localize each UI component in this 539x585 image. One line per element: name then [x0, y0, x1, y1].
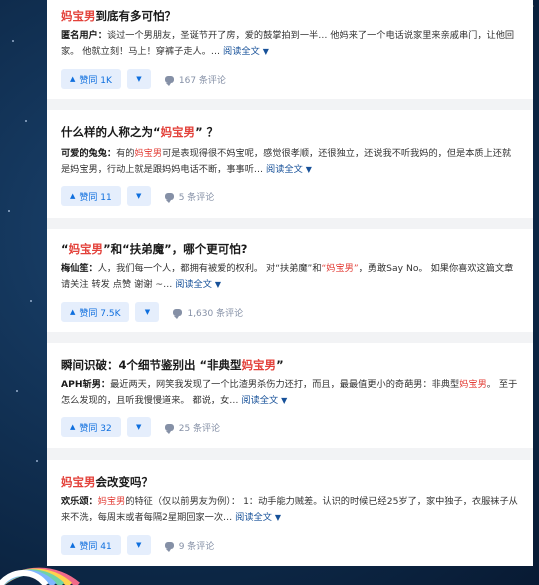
- excerpt-keyword: 妈宝男: [459, 379, 487, 390]
- excerpt-keyword: 妈宝男: [134, 148, 163, 159]
- title-keyword: 妈宝男: [61, 475, 96, 489]
- author-name[interactable]: 欢乐颂：: [61, 496, 98, 507]
- title-keyword: 妈宝男: [68, 242, 104, 256]
- chevron-down-icon: ▼: [305, 165, 312, 174]
- feed-card: “妈宝男”和“扶弟魔”，哪个更可怕? 梅仙笙：人，我们每一个人，都拥有被爱的权利…: [47, 229, 533, 332]
- upvote-button[interactable]: ▲ 赞同 11: [61, 186, 121, 206]
- read-more-link[interactable]: 阅读全文 ▼: [175, 279, 221, 290]
- triangle-up-icon: ▲: [70, 192, 76, 200]
- excerpt-keyword: “妈宝男”: [321, 263, 359, 274]
- rainbow-decoration: [0, 567, 80, 585]
- chevron-down-icon: ▼: [214, 280, 222, 289]
- chevron-down-icon: ▼: [262, 47, 269, 56]
- answer-excerpt[interactable]: 可爱的兔兔：有的妈宝男可是表现得很不妈宝呢，感觉很孝顺，还很独立，还说我不听我妈…: [61, 146, 519, 178]
- feed-card: 妈宝男会改变吗？ 欢乐颂：妈宝男的特征（仅以前男友为例）： 1：动手能力贼差。认…: [47, 460, 533, 566]
- answer-excerpt[interactable]: 匿名用户：谈过一个男朋友，圣诞节开了房，爱的鼓掌拍到一半… 他妈来了一个电话说家…: [61, 28, 519, 60]
- triangle-down-icon: ▼: [136, 423, 142, 431]
- downvote-button[interactable]: ▼: [126, 417, 151, 437]
- downvote-button[interactable]: ▼: [126, 69, 151, 89]
- feed-panel: 妈宝男到底有多可怕？ 匿名用户：谈过一个男朋友，圣诞节开了房，爱的鼓掌拍到一半……: [47, 0, 533, 566]
- read-more-link[interactable]: 阅读全文 ▼: [223, 46, 269, 57]
- question-title[interactable]: 什么样的人称之为“妈宝男” ？: [61, 124, 218, 140]
- triangle-up-icon: ▲: [70, 423, 76, 431]
- answer-excerpt[interactable]: 梅仙笙：人，我们每一个人，都拥有被爱的权利。 对“扶弟魔”和“妈宝男”，勇敢Sa…: [61, 261, 519, 293]
- action-bar: ▲ 赞同 1K ▼ 167 条评论: [61, 69, 226, 89]
- answer-excerpt[interactable]: APH斩男：最近两天，网笑我发现了一个比渣男杀伤力还打，而且，最最值更小的奇葩男…: [61, 377, 519, 409]
- title-keyword: 妈宝男: [160, 125, 196, 139]
- comments-link[interactable]: 167 条评论: [164, 73, 226, 86]
- comment-icon: [164, 75, 174, 86]
- comment-icon: [164, 541, 174, 552]
- chevron-down-icon: ▼: [281, 396, 288, 405]
- triangle-down-icon: ▼: [136, 541, 142, 549]
- title-keyword: 妈宝男: [61, 9, 96, 23]
- downvote-button[interactable]: ▼: [126, 535, 151, 555]
- comment-icon: [164, 192, 174, 203]
- title-keyword: 妈宝男: [241, 358, 277, 372]
- question-title[interactable]: “妈宝男”和“扶弟魔”，哪个更可怕?: [61, 241, 247, 257]
- upvote-button[interactable]: ▲ 赞同 7.5K: [61, 302, 130, 322]
- read-more-link[interactable]: 阅读全文 ▼: [235, 512, 281, 523]
- downvote-button[interactable]: ▼: [135, 302, 160, 322]
- action-bar: ▲ 赞同 32 ▼ 25 条评论: [61, 417, 220, 437]
- star-decoration: [25, 120, 27, 122]
- triangle-up-icon: ▲: [70, 308, 76, 316]
- question-title[interactable]: 妈宝男到底有多可怕？: [61, 8, 176, 24]
- action-bar: ▲ 赞同 41 ▼ 9 条评论: [61, 535, 214, 555]
- feed-card: 妈宝男到底有多可怕？ 匿名用户：谈过一个男朋友，圣诞节开了房，爱的鼓掌拍到一半……: [47, 0, 533, 99]
- action-bar: ▲ 赞同 7.5K ▼ 1,630 条评论: [61, 302, 243, 322]
- question-title[interactable]: 妈宝男会改变吗？: [61, 474, 153, 490]
- feed-card: 什么样的人称之为“妈宝男” ？ 可爱的兔兔：有的妈宝男可是表现得很不妈宝呢，感觉…: [47, 110, 533, 218]
- downvote-button[interactable]: ▼: [126, 186, 151, 206]
- star-decoration: [8, 210, 10, 212]
- star-decoration: [16, 390, 18, 392]
- chevron-down-icon: ▼: [274, 513, 281, 522]
- comment-icon: [173, 308, 183, 319]
- excerpt-keyword: 妈宝男: [97, 496, 126, 507]
- upvote-button[interactable]: ▲ 赞同 1K: [61, 69, 121, 89]
- comments-link[interactable]: 25 条评论: [164, 421, 220, 434]
- star-decoration: [36, 460, 38, 462]
- action-bar: ▲ 赞同 11 ▼ 5 条评论: [61, 186, 214, 206]
- author-name[interactable]: APH斩男：: [61, 379, 110, 390]
- star-decoration: [30, 300, 32, 302]
- read-more-link[interactable]: 阅读全文 ▼: [241, 395, 287, 406]
- triangle-up-icon: ▲: [70, 75, 76, 83]
- comments-link[interactable]: 5 条评论: [164, 190, 214, 203]
- author-name[interactable]: 可爱的兔兔：: [61, 148, 116, 159]
- triangle-down-icon: ▼: [136, 192, 142, 200]
- author-name[interactable]: 梅仙笙：: [61, 263, 98, 274]
- answer-excerpt[interactable]: 欢乐颂：妈宝男的特征（仅以前男友为例）： 1：动手能力贼差。认识的时候已经25岁…: [61, 494, 519, 526]
- triangle-down-icon: ▼: [136, 75, 142, 83]
- triangle-down-icon: ▼: [144, 308, 151, 316]
- feed-card: 瞬间识破：4个细节鉴别出 “非典型妈宝男” APH斩男：最近两天，网笑我发现了一…: [47, 343, 533, 448]
- read-more-link[interactable]: 阅读全文 ▼: [266, 164, 312, 175]
- comment-icon: [164, 423, 174, 434]
- upvote-button[interactable]: ▲ 赞同 32: [61, 417, 121, 437]
- comments-link[interactable]: 1,630 条评论: [173, 306, 243, 319]
- question-title[interactable]: 瞬间识破：4个细节鉴别出 “非典型妈宝男”: [61, 357, 284, 373]
- star-decoration: [12, 40, 14, 42]
- author-name[interactable]: 匿名用户：: [61, 30, 107, 41]
- comments-link[interactable]: 9 条评论: [164, 539, 214, 552]
